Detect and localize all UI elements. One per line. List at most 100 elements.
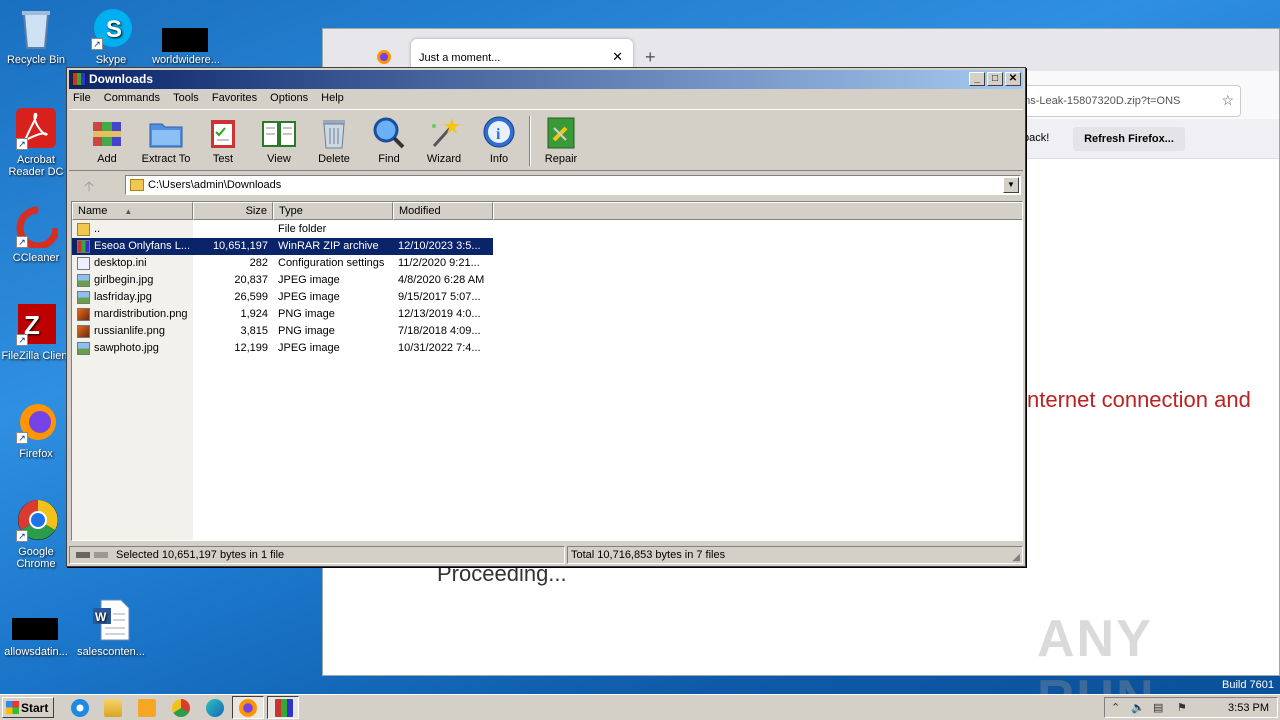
- wizard-button[interactable]: Wizard: [414, 116, 474, 165]
- info-button[interactable]: i Info: [469, 116, 529, 165]
- internet-explorer-icon[interactable]: [71, 699, 89, 717]
- menu-tools[interactable]: Tools: [169, 90, 203, 106]
- table-row[interactable]: lasfriday.jpg 26,599 JPEG image 9/15/201…: [72, 289, 493, 306]
- file-explorer-icon[interactable]: [104, 699, 122, 717]
- menu-commands[interactable]: Commands: [100, 90, 164, 106]
- drive-icon: [76, 552, 108, 558]
- desktop-icon-firefox[interactable]: ↗ Firefox: [0, 400, 72, 460]
- new-tab-icon[interactable]: +: [645, 47, 656, 68]
- desktop-icon-chrome[interactable]: ↗ Google Chrome: [0, 498, 72, 570]
- table-row[interactable]: desktop.ini 282 Configuration settings 1…: [72, 255, 493, 272]
- status-total: Total 10,716,853 bytes in 7 files ◢: [567, 546, 1023, 564]
- file-name: girlbegin.jpg: [94, 274, 154, 286]
- chrome-taskbar-icon[interactable]: [172, 699, 190, 717]
- info-icon: i: [481, 116, 517, 150]
- desktop-icon-salescontent[interactable]: W salesconten...: [75, 598, 147, 658]
- minimize-button[interactable]: _: [969, 72, 985, 86]
- menu-options[interactable]: Options: [266, 90, 312, 106]
- table-row[interactable]: sawphoto.jpg 12,199 JPEG image 10/31/202…: [72, 340, 493, 357]
- refresh-firefox-button[interactable]: Refresh Firefox...: [1073, 127, 1185, 151]
- winrar-taskbar-button[interactable]: [267, 696, 299, 719]
- firefox-icon: ↗: [14, 400, 58, 444]
- desktop-icon-allowsdatin[interactable]: allowsdatin...: [0, 598, 72, 658]
- menu-favorites[interactable]: Favorites: [208, 90, 261, 106]
- repair-label: Repair: [544, 153, 578, 165]
- table-row[interactable]: mardistribution.png 1,924 PNG image 12/1…: [72, 306, 493, 323]
- extract-to-button[interactable]: Extract To: [136, 116, 196, 165]
- desktop-icon-filezilla[interactable]: Z ↗ FileZilla Client: [0, 302, 72, 362]
- table-row[interactable]: russianlife.png 3,815 PNG image 7/18/201…: [72, 323, 493, 340]
- file-size: 1,924: [240, 308, 268, 320]
- desktop-icon-label: Skype: [95, 54, 127, 66]
- delete-button[interactable]: Delete: [304, 116, 364, 165]
- desktop-icon-recycle-bin[interactable]: Recycle Bin: [0, 6, 72, 66]
- bookmark-star-icon[interactable]: ☆: [1221, 92, 1234, 109]
- column-header-size[interactable]: Size: [193, 202, 273, 220]
- firefox-taskbar-icon: [239, 699, 257, 717]
- svg-text:W: W: [95, 610, 107, 624]
- winrar-window[interactable]: Downloads _ □ ✕ File Commands Tools Favo…: [66, 67, 1026, 567]
- winrar-app-icon: [72, 72, 86, 86]
- close-button[interactable]: ✕: [1005, 72, 1021, 86]
- test-button[interactable]: Test: [193, 116, 253, 165]
- file-type: JPEG image: [278, 291, 340, 303]
- network-icon[interactable]: ▤: [1153, 701, 1163, 714]
- desktop-icon-ccleaner[interactable]: ↗ CCleaner: [0, 204, 72, 264]
- maximize-button[interactable]: □: [987, 72, 1003, 86]
- view-button[interactable]: View: [249, 116, 309, 165]
- close-tab-icon[interactable]: ✕: [612, 49, 623, 65]
- clock[interactable]: 3:53 PM: [1228, 702, 1269, 714]
- view-label: View: [267, 153, 291, 165]
- shortcut-arrow-icon: ↗: [16, 432, 28, 444]
- zip-archive-icon: [77, 240, 90, 253]
- find-button[interactable]: Find: [359, 116, 419, 165]
- desktop-icon-label: worldwidere...: [152, 54, 220, 66]
- show-hidden-icons-icon[interactable]: ⌃: [1111, 701, 1120, 714]
- desktop-icon-acrobat[interactable]: ↗ Acrobat Reader DC: [0, 106, 72, 178]
- resize-grip-icon[interactable]: ◢: [1012, 552, 1020, 563]
- desktop-icon-skype[interactable]: S ↗ Skype: [75, 6, 147, 66]
- column-header-type[interactable]: Type: [273, 202, 393, 220]
- table-row[interactable]: girlbegin.jpg 20,837 JPEG image 4/8/2020…: [72, 272, 493, 289]
- toolbar: Add Extract To Test View Delete Find Wiz…: [69, 109, 1023, 171]
- path-text: C:\Users\admin\Downloads: [148, 179, 282, 191]
- media-player-icon[interactable]: [138, 699, 156, 717]
- edge-icon[interactable]: [206, 699, 224, 717]
- repair-button[interactable]: Repair: [531, 116, 591, 165]
- file-type: PNG image: [278, 308, 335, 320]
- test-label: Test: [212, 153, 234, 165]
- up-one-level-button[interactable]: 🡡: [75, 176, 103, 196]
- desktop-icon-label: Recycle Bin: [6, 54, 66, 66]
- add-archive-icon: [89, 116, 125, 150]
- test-clipboard-icon: [205, 116, 241, 150]
- extract-folder-icon: [148, 116, 184, 150]
- url-bar[interactable]: ans-Leak-15807320D.zip?t=ONS ☆: [1013, 85, 1241, 117]
- ini-file-icon: [77, 257, 90, 270]
- column-header-name[interactable]: Name ▲: [72, 202, 193, 220]
- column-header-filler: [493, 202, 1022, 220]
- desktop-icon-worldwidere[interactable]: worldwidere...: [150, 6, 222, 66]
- path-combobox[interactable]: C:\Users\admin\Downloads ▼: [125, 175, 1021, 195]
- add-button[interactable]: Add: [77, 116, 137, 165]
- windows-build-text: Build 7601: [1222, 679, 1274, 691]
- title-bar[interactable]: Downloads _ □ ✕: [69, 70, 1023, 89]
- start-button[interactable]: Start: [2, 697, 54, 718]
- menu-file[interactable]: File: [69, 90, 95, 106]
- desktop-icon-label: allowsdatin...: [4, 646, 68, 658]
- action-center-flag-icon[interactable]: ⚑: [1177, 701, 1187, 714]
- firefox-taskbar-button[interactable]: [232, 696, 264, 719]
- table-row-selected[interactable]: Eseoa Onlyfans L... 10,651,197 WinRAR ZI…: [72, 238, 493, 255]
- window-title: Downloads: [89, 72, 154, 86]
- start-label: Start: [21, 701, 49, 715]
- table-row[interactable]: .. File folder: [72, 221, 493, 238]
- delete-label: Delete: [318, 153, 350, 165]
- chevron-down-icon[interactable]: ▼: [1003, 177, 1019, 193]
- file-name: desktop.ini: [94, 257, 147, 269]
- column-header-modified[interactable]: Modified: [393, 202, 493, 220]
- volume-icon[interactable]: 🔈: [1131, 701, 1145, 714]
- file-modified: 11/2/2020 9:21...: [398, 257, 480, 269]
- menu-bar: File Commands Tools Favorites Options He…: [69, 90, 350, 108]
- menu-help[interactable]: Help: [317, 90, 348, 106]
- file-list[interactable]: Name ▲ Size Type Modified .. File folder…: [71, 201, 1023, 541]
- file-size: 26,599: [234, 291, 268, 303]
